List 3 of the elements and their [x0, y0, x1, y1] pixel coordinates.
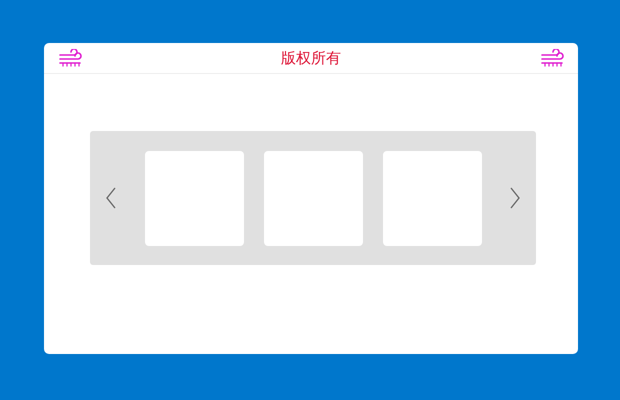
wind-icon[interactable] — [540, 49, 564, 67]
header-title: 版权所有 — [281, 48, 341, 68]
wind-icon[interactable] — [58, 49, 82, 67]
